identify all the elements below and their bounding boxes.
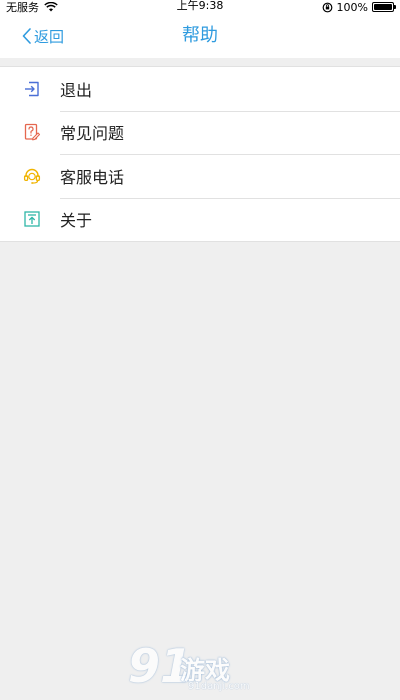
- help-screen: 无服务 上午9:38 100% 返回 帮助 退出 常见问题 客服电话 关于 91…: [0, 0, 400, 700]
- menu-item-label: 客服电话: [60, 167, 125, 187]
- battery-fill: [374, 4, 392, 10]
- menu-item-label: 常见问题: [60, 124, 125, 144]
- status-right: 100%: [322, 0, 396, 14]
- back-label: 返回: [34, 27, 65, 46]
- status-bar: 无服务 上午9:38 100%: [0, 0, 400, 14]
- watermark-url: 91danji.com: [188, 681, 250, 692]
- menu-item-logout[interactable]: 退出: [0, 67, 400, 111]
- watermark-logo: 91 游戏 91danji.com: [128, 639, 273, 697]
- faq-icon: [24, 124, 41, 141]
- menu-item-label: 退出: [60, 80, 93, 100]
- nav-bar: 返回 帮助: [0, 14, 400, 58]
- headset-icon: [23, 168, 41, 184]
- about-icon: [24, 211, 40, 227]
- chevron-left-icon: [22, 28, 31, 44]
- menu-item-label: 关于: [60, 211, 93, 231]
- battery-percent: 100%: [336, 0, 368, 14]
- battery-icon: [372, 2, 396, 12]
- back-button[interactable]: 返回: [22, 14, 64, 58]
- menu-item-service-phone[interactable]: 客服电话: [0, 154, 400, 198]
- logout-icon: [25, 81, 39, 96]
- orientation-lock-icon: [322, 2, 332, 12]
- menu-item-faq[interactable]: 常见问题: [0, 110, 400, 154]
- menu-item-about[interactable]: 关于: [0, 197, 400, 241]
- help-menu-list: 退出 常见问题 客服电话 关于: [0, 66, 400, 242]
